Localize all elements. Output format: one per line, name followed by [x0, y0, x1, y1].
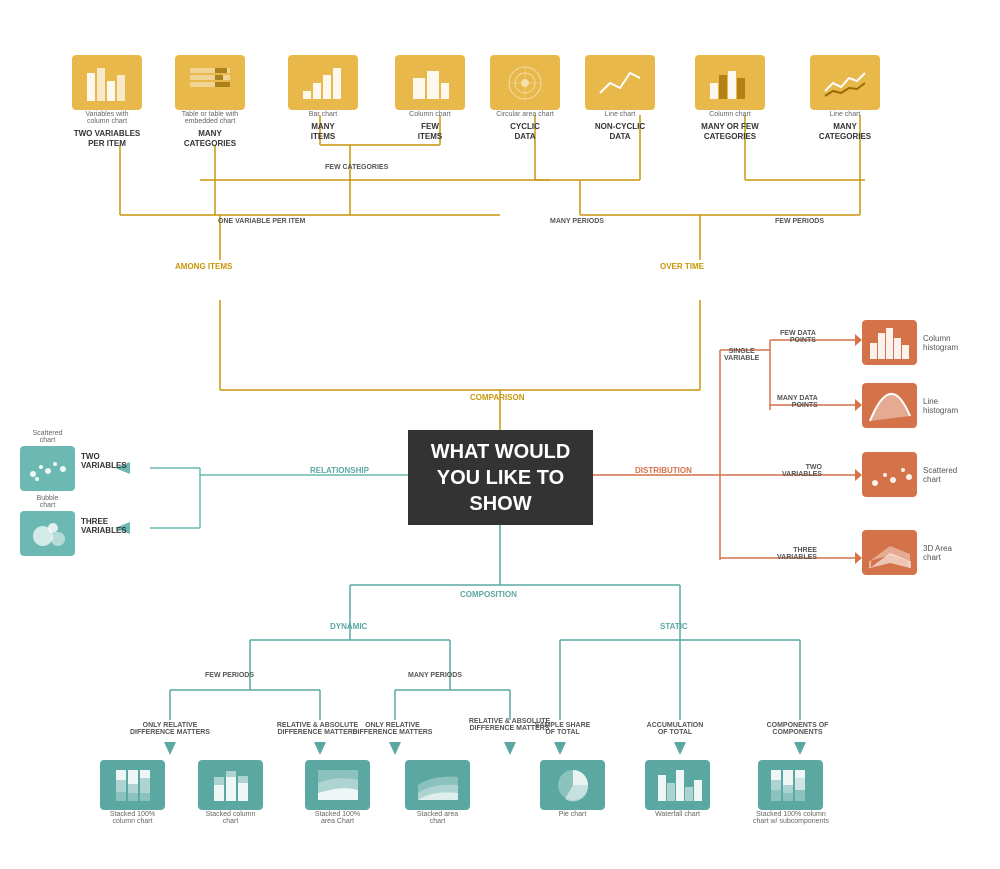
- chart-non-cyclic: Line chart NON-CYCLICDATA: [585, 55, 655, 143]
- three-var-dist-label: THREEVARIABLES: [777, 547, 817, 561]
- chart-icon-non-cyclic: [585, 55, 655, 110]
- chart-stacked-area: Stacked areachart: [405, 760, 470, 825]
- scattered-icon: [20, 446, 75, 491]
- single-var-label: SINGLEVARIABLE: [724, 348, 759, 362]
- chart-many-categories-2: Line chart MANYCATEGORIES: [810, 55, 880, 143]
- components-label: COMPONENTS OFCOMPONENTS: [750, 722, 845, 736]
- many-data-pts-label: MANY DATAPOINTS: [777, 395, 818, 409]
- stacked100-col-icon: [100, 760, 165, 810]
- stacked-area-icon: [405, 760, 470, 810]
- chart-icon-many-few-cat: [695, 55, 765, 110]
- relationship-label: RELATIONSHIP: [310, 466, 369, 475]
- only-rel-right-label: ONLY RELATIVEDIFFERENCE MATTERS: [345, 722, 440, 736]
- chart-icon-many-cat2: [810, 55, 880, 110]
- chart-two-variables-per-item: Variables withcolumn chart TWO VARIABLES…: [72, 55, 142, 150]
- line-hist-icon: [862, 383, 917, 428]
- cyclic-label: CYCLICDATA: [510, 122, 540, 143]
- only-rel-left-label: ONLY RELATIVEDIFFERENCE MATTERS: [125, 722, 215, 736]
- many-periods-top-label: MANY PERIODS: [550, 218, 604, 225]
- over-time-label: OVER TIME: [660, 262, 704, 271]
- chart-waterfall: Waterfall chart: [645, 760, 710, 818]
- dist-3d-area: 3D Areachart: [862, 530, 952, 575]
- sample-share-label: SAMPLE SHAREOF TOTAL: [520, 722, 605, 736]
- col-hist-icon: [862, 320, 917, 365]
- dynamic-label: DYNAMIC: [330, 622, 367, 631]
- two-var-dist-label: TWOVARIABLES: [782, 464, 822, 478]
- distribution-label: DISTRIBUTION: [635, 466, 692, 475]
- bubble-icon: [20, 511, 75, 556]
- few-cat-label: FEW CATEGORIES: [325, 164, 388, 171]
- dist-col-hist: Columnhistogram: [862, 320, 958, 365]
- chart-many-few-cat: Column chart MANY OR FEWCATEGORIES: [695, 55, 765, 143]
- center-question-box: WHAT WOULD YOU LIKE TO SHOW: [408, 430, 593, 525]
- chart-stacked100-sub: Stacked 100% columnchart w/ subcomponent…: [753, 760, 829, 825]
- chart-few-items: Column chart FEWITEMS: [395, 55, 465, 143]
- chart-icon-two-var: [72, 55, 142, 110]
- many-few-cat-label: MANY OR FEWCATEGORIES: [701, 122, 759, 143]
- chart-many-categories-1: Table or table withembedded chart MANYCA…: [175, 55, 245, 150]
- scattered2-icon: [862, 452, 917, 497]
- chart-icon-cyclic: [490, 55, 560, 110]
- many-cat1-label: MANYCATEGORIES: [184, 129, 236, 150]
- chart-pie: Pie chart: [540, 760, 605, 818]
- among-items-label: AMONG ITEMS: [175, 262, 232, 271]
- pie-icon: [540, 760, 605, 810]
- chart-many-items: Bar chart MANYITEMS: [288, 55, 358, 143]
- many-cat2-label: MANYCATEGORIES: [819, 122, 871, 143]
- chart-stacked100-col: Stacked 100%column chart: [100, 760, 165, 825]
- chart-cyclic: Circular area chart CYCLICDATA: [490, 55, 560, 143]
- 3d-area-icon: [862, 530, 917, 575]
- comparison-label: COMPARISON: [470, 393, 525, 402]
- chart-icon-many-cat1: [175, 55, 245, 110]
- static-label: STATIC: [660, 622, 688, 631]
- two-var-label: TWO VARIABLESPER ITEM: [74, 129, 141, 150]
- dist-line-hist: Linehistogram: [862, 383, 958, 428]
- stacked-col-icon: [198, 760, 263, 810]
- diagram-container: WHAT WOULD YOU LIKE TO SHOW COMPARISON A…: [0, 0, 1000, 869]
- stacked100-sub-icon: [758, 760, 823, 810]
- composition-label: COMPOSITION: [460, 590, 517, 599]
- few-items-label: FEWITEMS: [418, 122, 442, 143]
- center-question-text: WHAT WOULD YOU LIKE TO SHOW: [423, 439, 578, 517]
- many-items-label: MANYITEMS: [311, 122, 335, 143]
- few-periods-top-label: FEW PERIODS: [775, 218, 824, 225]
- chart-stacked-col: Stacked columnchart: [198, 760, 263, 825]
- few-periods-dyn-label: FEW PERIODS: [205, 672, 254, 679]
- chart-icon-many-items: [288, 55, 358, 110]
- accum-total-label: ACCUMULATIONOF TOTAL: [630, 722, 720, 736]
- dist-scattered: Scatteredchart: [862, 452, 957, 497]
- relationship-three-var: Bubblechart THREEVARIABLES: [20, 495, 127, 556]
- relationship-two-var: Scatteredchart TWOVARIABLES: [20, 430, 127, 491]
- non-cyclic-label: NON-CYCLICDATA: [595, 122, 645, 143]
- chart-stacked100-area: Stacked 100%area Chart: [305, 760, 370, 825]
- few-data-pts-label: FEW DATAPOINTS: [780, 330, 816, 344]
- many-periods-dyn-label: MANY PERIODS: [408, 672, 462, 679]
- chart-icon-few-items: [395, 55, 465, 110]
- waterfall-icon: [645, 760, 710, 810]
- one-var-label: ONE VARIABLE PER ITEM: [218, 218, 305, 225]
- stacked100-area-icon: [305, 760, 370, 810]
